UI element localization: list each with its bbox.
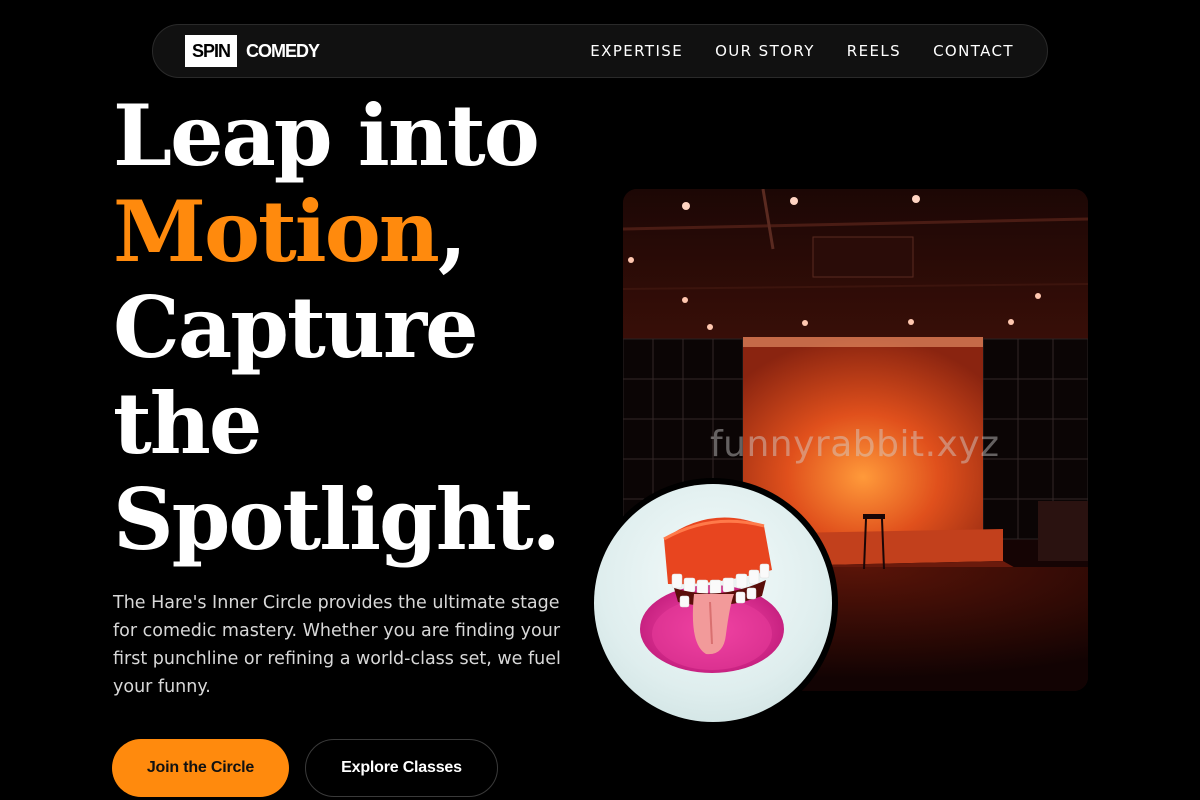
headline-line-1: Leap into (113, 86, 540, 185)
hero-description: The Hare's Inner Circle provides the ult… (113, 593, 561, 697)
watermark-text: funnyrabbit.xyz (710, 424, 1000, 465)
hero-headline: Leap into Motion, Capture the Spotlight. (113, 88, 633, 568)
novelty-teeth-photo (588, 478, 838, 728)
explore-classes-button[interactable]: Explore Classes (305, 739, 498, 797)
headline-line-3: Capture (113, 278, 479, 377)
join-circle-button[interactable]: Join the Circle (112, 739, 289, 797)
logo-box: SPIN (185, 35, 238, 67)
brand-logo[interactable]: SPIN COMEDY (185, 35, 320, 67)
headline-accent: Motion (113, 182, 440, 281)
wind-up-teeth-illustration (640, 517, 784, 673)
headline-line-2: Motion, (113, 184, 633, 280)
top-nav: SPIN COMEDY EXPERTISE OUR STORY REELS CO… (152, 24, 1048, 78)
nav-links: EXPERTISE OUR STORY REELS CONTACT (590, 25, 1014, 77)
page: SPIN COMEDY EXPERTISE OUR STORY REELS CO… (0, 0, 1200, 800)
headline-line-4: the (113, 374, 262, 473)
nav-link-contact[interactable]: CONTACT (933, 42, 1014, 60)
logo-text: COMEDY (246, 40, 320, 61)
headline-comma: , (437, 182, 467, 281)
nav-link-expertise[interactable]: EXPERTISE (590, 42, 683, 60)
headline-line-5: Spotlight. (113, 470, 561, 569)
nav-link-reels[interactable]: REELS (847, 42, 901, 60)
circle-photo-inner (594, 484, 832, 722)
nav-link-our-story[interactable]: OUR STORY (715, 42, 815, 60)
